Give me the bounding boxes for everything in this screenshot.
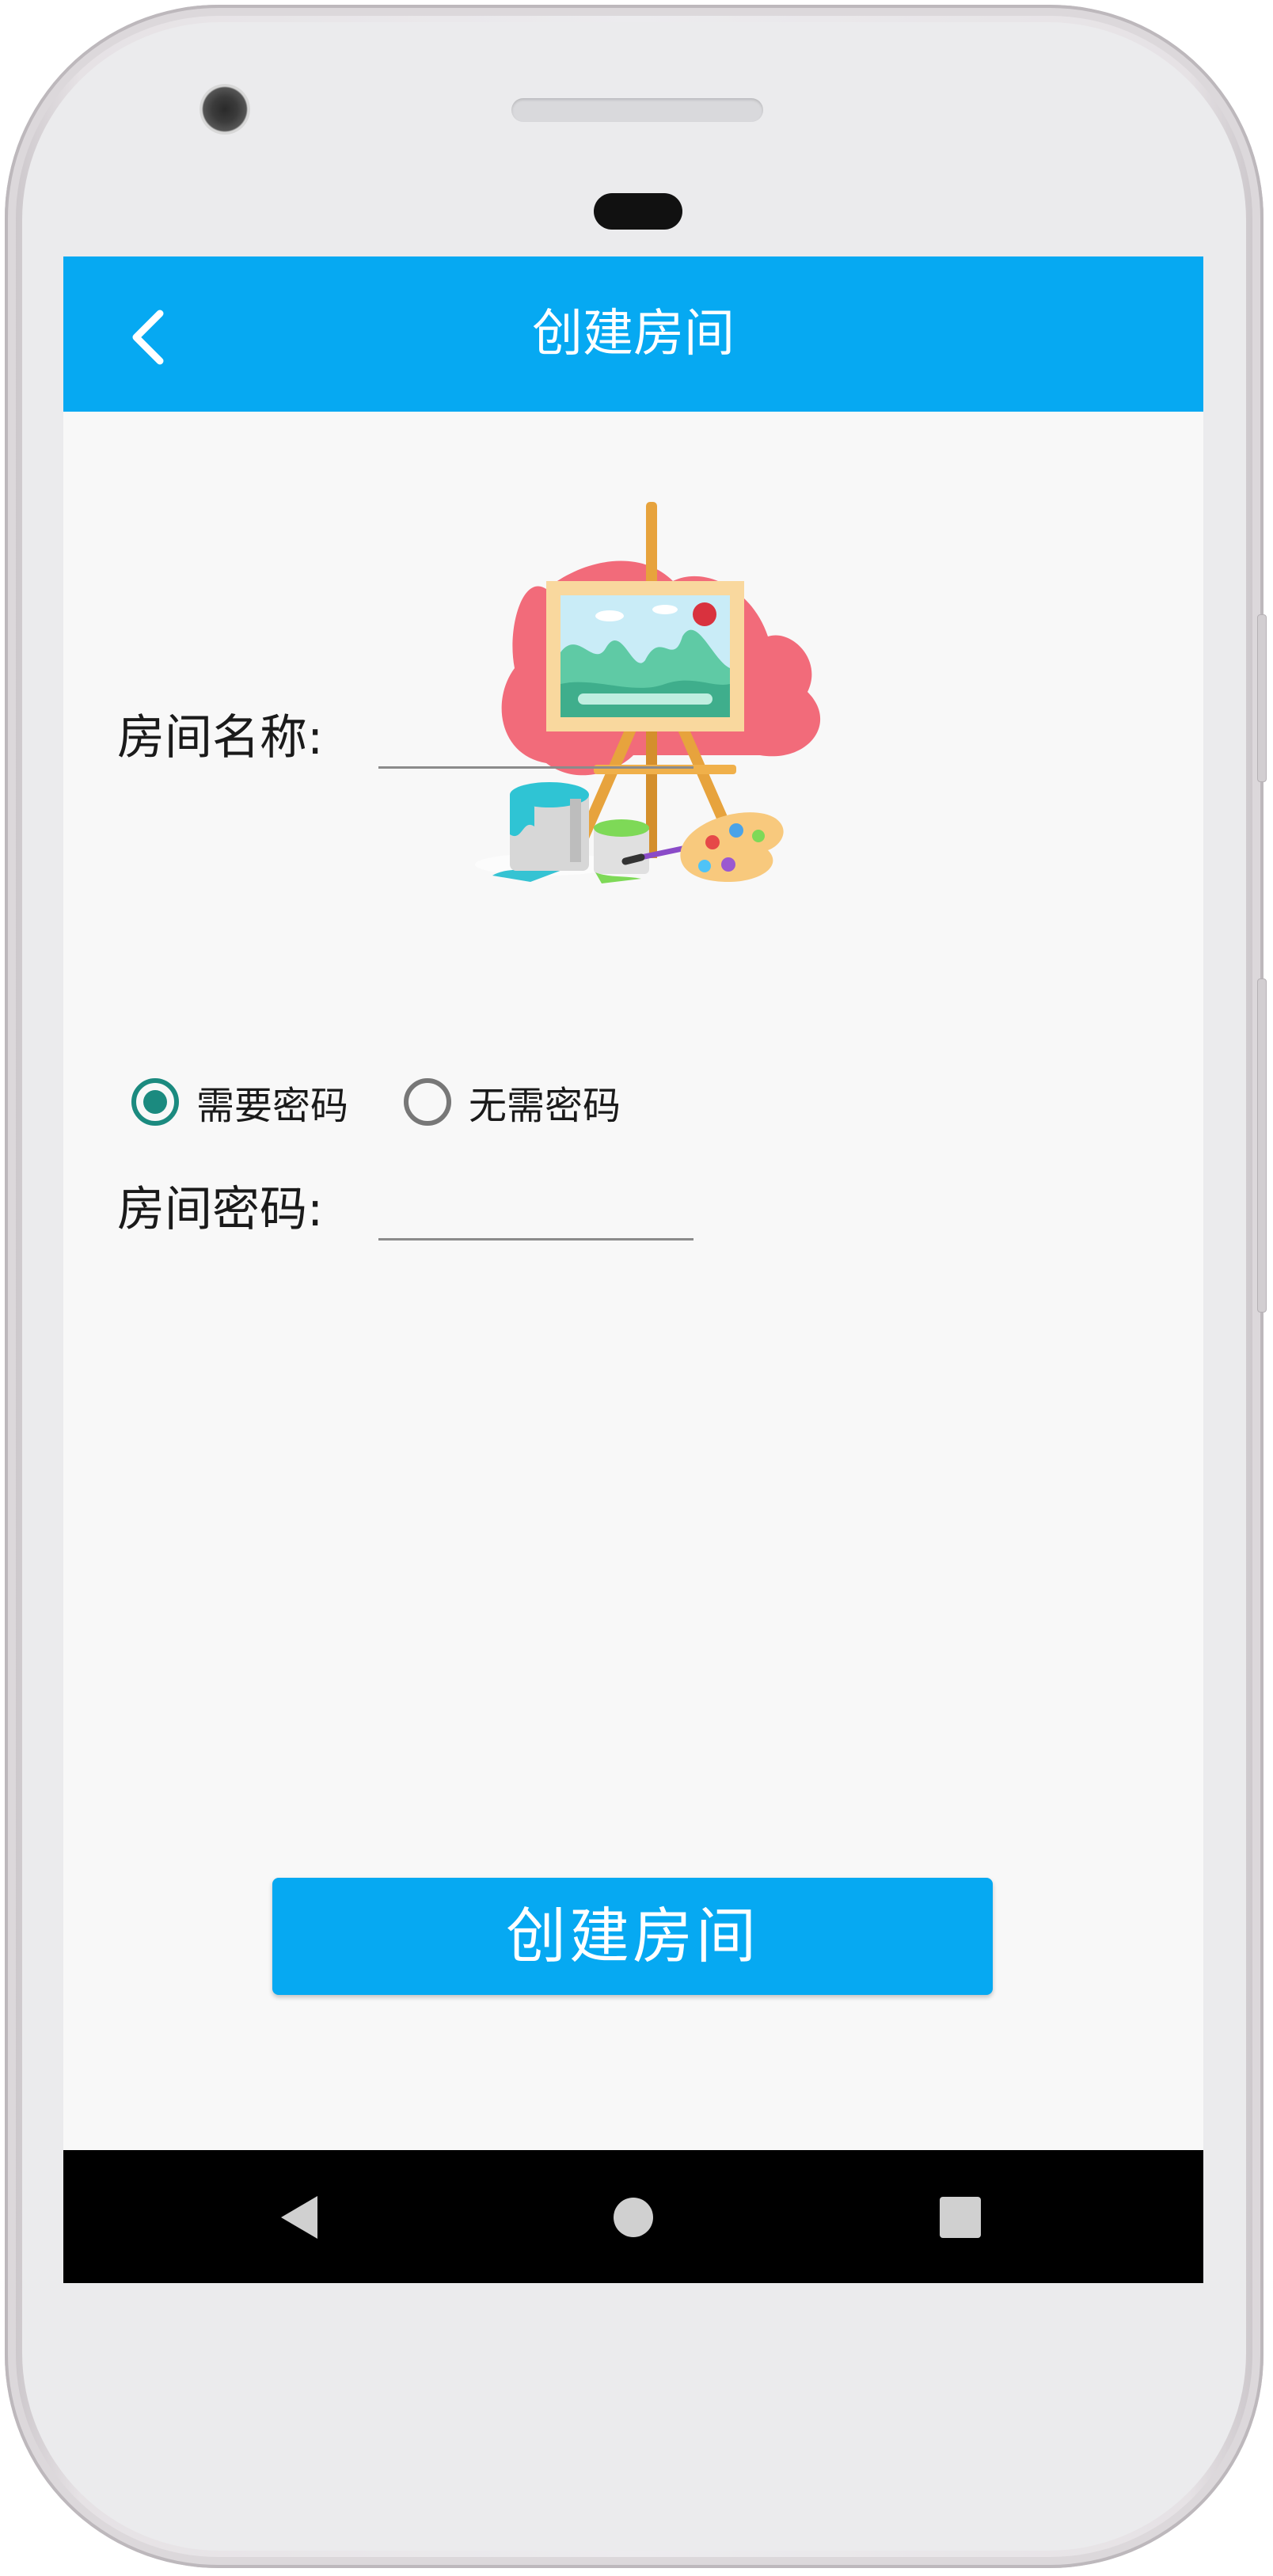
nav-back-button[interactable] <box>257 2174 344 2261</box>
volume-button <box>1257 614 1267 782</box>
room-password-label: 房间密码: <box>117 1182 324 1237</box>
page-title: 创建房间 <box>532 305 735 363</box>
radio-password-none-label: 无需密码 <box>469 1084 621 1128</box>
app-bar: 创建房间 <box>63 256 1203 412</box>
radio-dot <box>143 1090 167 1114</box>
system-nav-bar <box>63 2150 1203 2283</box>
proximity-sensor <box>594 193 682 230</box>
nav-recents-button[interactable] <box>917 2174 1004 2261</box>
radio-password-required[interactable]: 需要密码 <box>131 1072 348 1132</box>
create-room-button[interactable]: 创建房间 <box>272 1878 993 1995</box>
circle-home-icon <box>614 2198 653 2237</box>
power-button <box>1257 978 1267 1313</box>
radio-password-none[interactable]: 无需密码 <box>404 1072 621 1132</box>
earpiece-speaker <box>511 98 763 122</box>
nav-home-button[interactable] <box>590 2174 677 2261</box>
radio-password-required-label: 需要密码 <box>196 1084 349 1128</box>
room-password-input[interactable] <box>378 1173 694 1241</box>
triangle-back-icon <box>281 2196 317 2239</box>
radio-unchecked-icon <box>404 1078 451 1126</box>
app-screen: 创建房间 房间名称: 需要密码 无需密码 房间密码: 创建房间 <box>63 256 1203 2283</box>
front-camera <box>200 84 250 135</box>
easel-painting-icon <box>475 502 821 883</box>
room-name-label: 房间名称: <box>117 710 324 766</box>
radio-checked-icon <box>131 1078 179 1126</box>
square-recents-icon <box>940 2197 981 2238</box>
room-name-input[interactable] <box>378 701 694 769</box>
